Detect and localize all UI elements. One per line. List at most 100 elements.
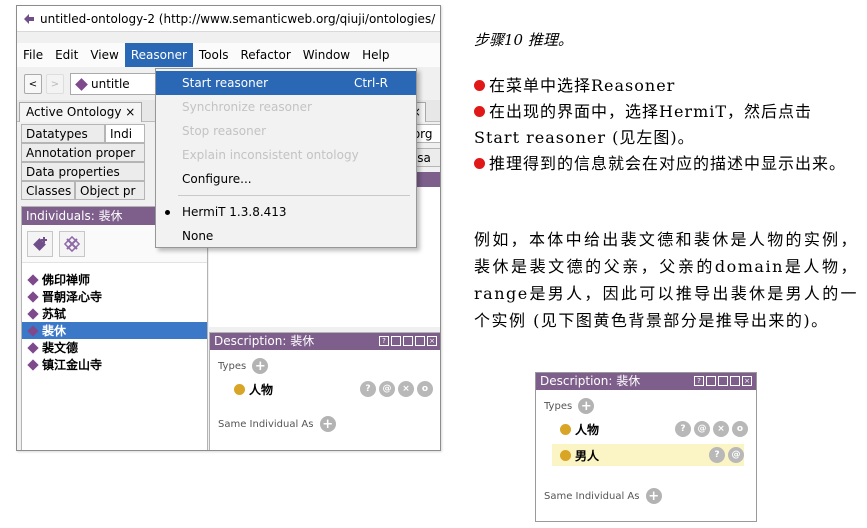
description-header: Description: 裴休 ? × [210, 333, 440, 350]
menu-item-synchronize-reasoner[interactable]: Synchronize reasoner [156, 95, 416, 119]
minimize-icon[interactable] [718, 376, 728, 386]
red-bullet-icon [474, 158, 485, 169]
menu-help[interactable]: Help [356, 43, 395, 67]
example-paragraph: 例如，本体中给出裴文德和裴休是人物的实例，裴休是裴文德的父亲，父亲的domain… [474, 230, 858, 330]
types-section: Types + [544, 398, 748, 414]
menu-item-none[interactable]: None [156, 224, 416, 248]
edit-icon[interactable]: o [417, 381, 433, 397]
add-type-icon[interactable]: + [252, 358, 269, 374]
explain-icon[interactable]: ? [675, 421, 691, 437]
list-item-selected[interactable]: 裴休 [22, 322, 207, 339]
explain-icon[interactable]: ? [360, 381, 376, 397]
forward-button[interactable]: > [46, 74, 64, 94]
window-title: untitled-ontology-2 (http://www.semantic… [40, 11, 436, 26]
individual-label: 裴休 [42, 324, 67, 338]
type-label: 人物 [575, 422, 600, 437]
list-item[interactable]: 裴文德 [26, 339, 207, 356]
tab-annotation-properties[interactable]: Annotation proper [21, 143, 145, 162]
individual-icon [27, 307, 39, 320]
menu-reasoner[interactable]: Reasoner [124, 43, 193, 67]
menu-edit[interactable]: Edit [49, 43, 84, 67]
menu-view[interactable]: View [84, 43, 124, 67]
add-same-individual-icon[interactable]: + [319, 416, 336, 432]
individual-icon [27, 341, 39, 354]
type-label: 男人 [575, 448, 600, 463]
menu-tools[interactable]: Tools [193, 43, 235, 67]
class-icon [234, 383, 245, 395]
type-row-actions: ? @ × o [360, 381, 433, 397]
same-individual-section: Same Individual As + [218, 416, 433, 432]
menu-item-label: Start reasoner [182, 76, 269, 90]
back-button[interactable]: < [24, 74, 42, 94]
split-icon[interactable] [706, 376, 716, 386]
menu-item-hermit[interactable]: HermiT 1.3.8.413 [156, 200, 416, 224]
type-row-actions: ? @ [709, 447, 744, 463]
tab-object-properties[interactable]: Object pr [75, 181, 145, 200]
menu-item-stop-reasoner[interactable]: Stop reasoner [156, 119, 416, 143]
selected-bullet-icon [165, 210, 170, 215]
bullet-3: 推理得到的信息就会在对应的描述中显示出来。 [474, 151, 858, 177]
close-icon[interactable]: × [427, 336, 437, 346]
close-icon[interactable]: × [742, 376, 752, 386]
add-individual-icon [33, 236, 47, 251]
explain-icon[interactable]: ? [709, 447, 725, 463]
tab-individuals[interactable]: Indi [105, 124, 145, 143]
protege-window: untitled-ontology-2 (http://www.semantic… [16, 5, 441, 451]
individual-icon [27, 324, 39, 337]
maximize-icon[interactable] [730, 376, 740, 386]
bullet-1: 在菜单中选择Reasoner [474, 73, 858, 99]
delete-individual-button[interactable] [59, 230, 85, 257]
annotate-icon[interactable]: @ [379, 381, 395, 397]
type-row: 人物 ? @ × o [218, 378, 433, 400]
description-body: Types + 人物 ? @ × o Same Individual As + [210, 350, 440, 438]
menu-window[interactable]: Window [297, 43, 356, 67]
list-item[interactable]: 镇江金山寺 [26, 356, 207, 373]
help-icon[interactable]: ? [379, 336, 389, 346]
description-body: Types + 人物 ? @ × o 男人 ? @ Same Individua… [536, 390, 756, 510]
individual-label: 镇江金山寺 [42, 358, 103, 372]
minimize-icon[interactable] [403, 336, 413, 346]
individual-icon [27, 273, 39, 286]
red-bullet-icon [474, 80, 485, 91]
shortcut-label: Ctrl-R [353, 76, 388, 90]
tab-classes[interactable]: Classes [21, 181, 75, 200]
add-type-icon[interactable]: + [578, 398, 595, 414]
tab-datatypes[interactable]: Datatypes [21, 124, 105, 143]
bullet-text: 在菜单中选择Reasoner [489, 76, 676, 95]
description-title: Description: 裴休 [214, 334, 315, 348]
bullet-text: 推理得到的信息就会在对应的描述中显示出来。 [489, 154, 847, 173]
remove-icon[interactable]: × [713, 421, 729, 437]
title-bar: untitled-ontology-2 (http://www.semantic… [17, 6, 440, 32]
menu-bar: File Edit View Reasoner Tools Refactor W… [17, 43, 440, 67]
edit-icon[interactable]: o [732, 421, 748, 437]
annotate-icon[interactable]: @ [728, 447, 744, 463]
add-individual-button[interactable] [27, 230, 53, 257]
tab-data-properties[interactable]: Data properties [21, 162, 145, 181]
menu-file[interactable]: File [17, 43, 49, 67]
annotate-icon[interactable]: @ [694, 421, 710, 437]
help-icon[interactable]: ? [694, 376, 704, 386]
description-title: Description: 裴休 [540, 374, 641, 388]
list-item[interactable]: 苏轼 [26, 305, 207, 322]
type-label: 人物 [249, 382, 274, 397]
individual-label: 裴文德 [42, 341, 79, 355]
tab-active-ontology[interactable]: Active Ontology × [19, 102, 143, 122]
ontology-icon [75, 77, 88, 91]
inferred-type-row: 男人 ? @ [552, 444, 744, 466]
remove-icon[interactable]: × [398, 381, 414, 397]
maximize-icon[interactable] [415, 336, 425, 346]
menu-refactor[interactable]: Refactor [234, 43, 296, 67]
split-icon[interactable] [391, 336, 401, 346]
same-individual-section: Same Individual As + [544, 488, 748, 504]
menu-item-start-reasoner[interactable]: Start reasoner Ctrl-R [156, 71, 416, 95]
description-panel: Description: 裴休 ? × Types + 人物 ? @ × o S… [209, 332, 440, 450]
add-same-individual-icon[interactable]: + [645, 488, 662, 504]
individual-icon [27, 290, 39, 303]
list-item[interactable]: 佛印禅师 [26, 271, 207, 288]
list-item[interactable]: 晋朝泽心寺 [26, 288, 207, 305]
red-bullet-icon [474, 106, 485, 117]
reasoner-menu: Start reasoner Ctrl-R Synchronize reason… [155, 68, 417, 248]
panel-window-controls: ? × [379, 336, 437, 346]
menu-item-explain-inconsistent[interactable]: Explain inconsistent ontology [156, 143, 416, 167]
menu-item-configure[interactable]: Configure... [156, 167, 416, 191]
